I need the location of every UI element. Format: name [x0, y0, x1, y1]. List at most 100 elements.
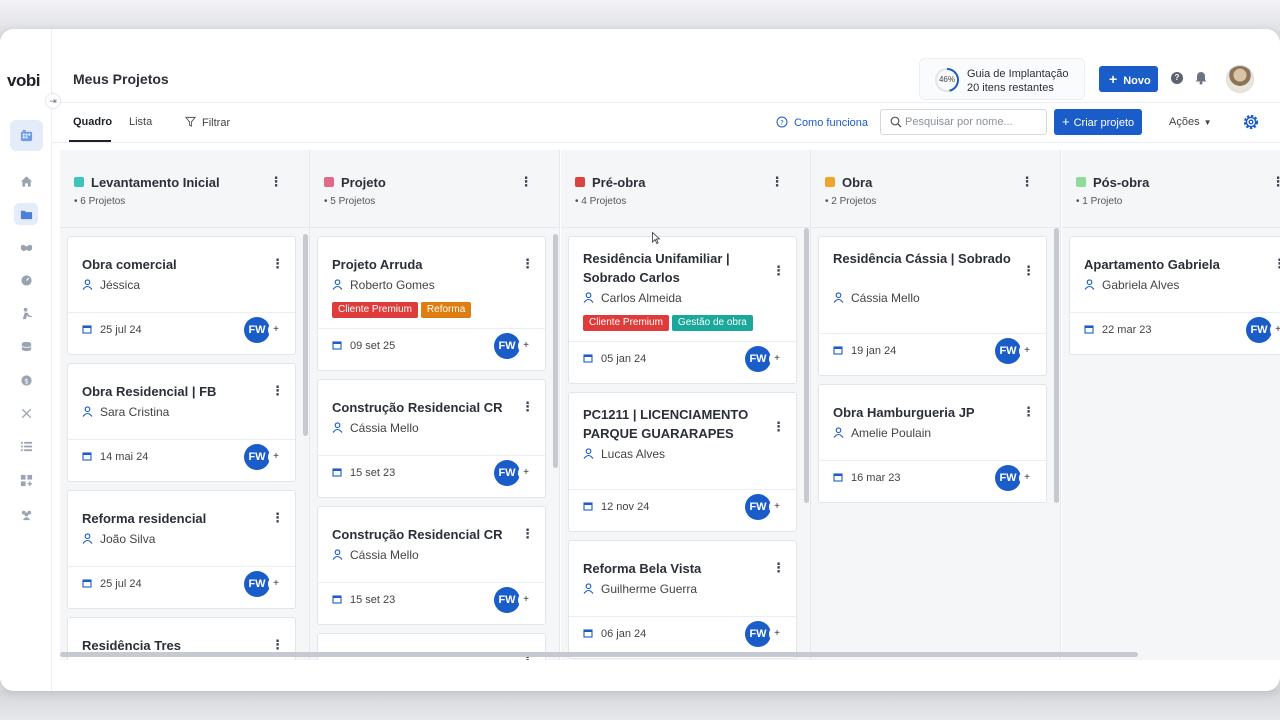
- implementation-guide[interactable]: 46% Guia de Implantação 20 itens restant…: [919, 58, 1085, 100]
- card-menu-icon[interactable]: ⋮: [521, 526, 534, 542]
- sidebar-collapse-button[interactable]: ⇥: [45, 93, 61, 109]
- tab-quadro[interactable]: Quadro: [73, 116, 112, 128]
- bell-icon[interactable]: [1195, 71, 1207, 85]
- add-assignee-icon[interactable]: +: [769, 351, 785, 367]
- add-assignee-icon[interactable]: +: [769, 626, 785, 642]
- actions-dropdown[interactable]: Ações ▼: [1169, 116, 1212, 128]
- project-card[interactable]: Construção Residencial CR ⋮ Cássia Mello 15…: [317, 506, 546, 625]
- assignee-avatar[interactable]: FW: [1246, 317, 1272, 343]
- search-input[interactable]: [905, 114, 1045, 130]
- card-menu-icon[interactable]: ⋮: [772, 419, 785, 435]
- calendar-icon: [332, 595, 342, 604]
- add-assignee-icon[interactable]: +: [268, 449, 284, 465]
- add-assignee-icon[interactable]: +: [268, 576, 284, 592]
- grid-add-icon[interactable]: [14, 469, 38, 491]
- card-menu-icon[interactable]: ⋮: [1022, 404, 1035, 420]
- assignee-avatar[interactable]: FW: [494, 587, 520, 613]
- column-menu-icon[interactable]: ⋮: [770, 174, 784, 190]
- team-icon[interactable]: [14, 503, 38, 525]
- filter-button[interactable]: Filtrar: [184, 116, 230, 129]
- add-assignee-icon[interactable]: +: [1270, 322, 1280, 338]
- horizontal-scrollbar[interactable]: [60, 652, 1138, 657]
- add-assignee-icon[interactable]: +: [1019, 470, 1035, 486]
- guide-title: Guia de Implantação: [967, 68, 1069, 80]
- card-date-text: 25 jul 24: [100, 324, 142, 336]
- how-it-works-link[interactable]: ? Como funciona: [776, 116, 868, 129]
- worker-icon[interactable]: [14, 302, 38, 324]
- home-icon[interactable]: [14, 170, 38, 192]
- assignee-avatar[interactable]: FW: [244, 571, 270, 597]
- column-menu-icon[interactable]: ⋮: [269, 174, 283, 190]
- assignee-avatar[interactable]: FW: [995, 465, 1021, 491]
- column-body: Obra comercial ⋮ Jéssica 25 jul 24 FW + Obra R…: [60, 228, 309, 660]
- project-card[interactable]: Projeto Arruda ⋮ Roberto Gomes Cliente Prem…: [317, 236, 546, 371]
- add-assignee-icon[interactable]: +: [518, 592, 534, 608]
- column-menu-icon[interactable]: ⋮: [1020, 174, 1034, 190]
- tab-lista[interactable]: Lista: [129, 116, 152, 128]
- card-date-text: 25 jul 24: [100, 578, 142, 590]
- card-menu-icon[interactable]: ⋮: [271, 637, 284, 653]
- project-card[interactable]: Reforma Bela Vista ⋮ Guilherme Guerra 06 ja…: [568, 540, 797, 659]
- create-project-label: Criar projeto: [1073, 117, 1135, 129]
- tools-icon[interactable]: [14, 402, 38, 424]
- caret-down-icon: ▼: [1203, 118, 1212, 127]
- add-assignee-icon[interactable]: +: [518, 338, 534, 354]
- top-bar: Meus Projetos 46% Guia de Implantação 20…: [52, 29, 1280, 103]
- folder-icon[interactable]: [14, 203, 38, 225]
- create-project-button[interactable]: + Criar projeto: [1054, 109, 1142, 135]
- card-menu-icon[interactable]: ⋮: [271, 510, 284, 526]
- card-menu-icon[interactable]: ⋮: [521, 399, 534, 415]
- column-count: • 4 Projetos: [575, 196, 627, 207]
- assignee-avatar[interactable]: FW: [995, 338, 1021, 364]
- project-card[interactable]: Obra comercial ⋮ Jéssica 25 jul 24 FW +: [67, 236, 296, 355]
- card-menu-icon[interactable]: ⋮: [772, 560, 785, 576]
- project-card[interactable]: PC1211 | LICENCIAMENTO PARQUE GUARARAPES…: [568, 392, 797, 532]
- user-avatar[interactable]: [1226, 65, 1254, 93]
- card-owner: Guilherme Guerra: [583, 582, 697, 596]
- card-menu-icon[interactable]: ⋮: [271, 256, 284, 272]
- card-menu-icon[interactable]: ⋮: [1273, 256, 1280, 272]
- board-icon[interactable]: [14, 124, 38, 146]
- assignee-avatar[interactable]: FW: [494, 333, 520, 359]
- column-scrollbar[interactable]: [804, 228, 809, 503]
- assignee-avatar[interactable]: FW: [745, 621, 771, 647]
- card-menu-icon[interactable]: ⋮: [271, 383, 284, 399]
- project-card[interactable]: Reforma residencial ⋮ João Silva 25 jul 24 F…: [67, 490, 296, 609]
- handshake-icon[interactable]: [14, 236, 38, 258]
- svg-text:?: ?: [780, 119, 784, 127]
- list-icon[interactable]: [14, 435, 38, 457]
- calendar-icon: [332, 341, 342, 350]
- assignee-avatar[interactable]: FW: [745, 346, 771, 372]
- card-owner: Roberto Gomes: [332, 278, 435, 292]
- project-card[interactable]: Residência Unifamiliar | Sobrado Carlos ⋮…: [568, 236, 797, 384]
- column-menu-icon[interactable]: ⋮: [1271, 174, 1280, 190]
- card-menu-icon[interactable]: ⋮: [772, 263, 785, 279]
- gauge-icon[interactable]: [14, 269, 38, 291]
- card-title: Residência Cássia | Sobrado: [833, 251, 1011, 266]
- assignee-avatar[interactable]: FW: [494, 460, 520, 486]
- add-assignee-icon[interactable]: +: [268, 322, 284, 338]
- add-assignee-icon[interactable]: +: [1019, 343, 1035, 359]
- project-card[interactable]: Obra Hamburgueria JP ⋮ Amelie Poulain 16 ma…: [818, 384, 1047, 503]
- column-scrollbar[interactable]: [1054, 228, 1059, 503]
- assignee-avatar[interactable]: FW: [244, 317, 270, 343]
- search-box[interactable]: [880, 109, 1047, 135]
- coins-icon[interactable]: [14, 335, 38, 357]
- column-menu-icon[interactable]: ⋮: [519, 174, 533, 190]
- project-card[interactable]: Residência Cássia | Sobrado ⋮ Cássia Mello…: [818, 236, 1047, 376]
- assignee-avatar[interactable]: FW: [745, 494, 771, 520]
- add-assignee-icon[interactable]: +: [769, 499, 785, 515]
- assignee-avatar[interactable]: FW: [244, 444, 270, 470]
- project-card[interactable]: Construção Residencial CR ⋮ Cássia Mello 15…: [317, 379, 546, 498]
- card-menu-icon[interactable]: ⋮: [1022, 263, 1035, 279]
- column-scrollbar[interactable]: [553, 234, 558, 468]
- help-icon[interactable]: ?: [1171, 72, 1183, 84]
- project-card[interactable]: Apartamento Gabriela ⋮ Gabriela Alves 22 ma…: [1069, 236, 1280, 355]
- column-scrollbar[interactable]: [303, 234, 308, 436]
- new-button[interactable]: + Novo: [1099, 66, 1158, 92]
- gear-icon[interactable]: [1242, 113, 1260, 131]
- dollar-icon[interactable]: $: [14, 369, 38, 391]
- add-assignee-icon[interactable]: +: [518, 465, 534, 481]
- card-menu-icon[interactable]: ⋮: [521, 256, 534, 272]
- project-card[interactable]: Obra Residencial | FB ⋮ Sara Cristina 14 ma…: [67, 363, 296, 482]
